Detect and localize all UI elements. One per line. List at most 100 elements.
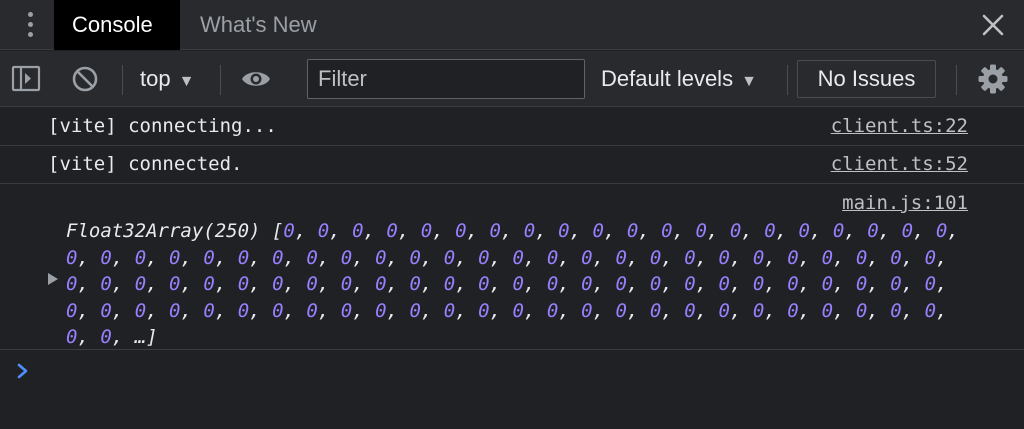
array-value: 0 [615,246,627,269]
array-value: 0 [684,246,696,269]
kebab-menu-icon[interactable] [20,10,40,40]
array-value: 0 [203,246,215,269]
array-value: 0 [375,273,387,295]
array-value: 0 [386,220,398,242]
array-value: 0 [752,299,765,322]
source-link[interactable]: client.ts:22 [831,115,968,137]
array-value: 0 [924,299,937,322]
array-value: 0 [443,273,456,295]
array-value: 0 [752,273,765,295]
settings-gear-icon[interactable] [977,63,1009,95]
array-value: 0 [283,220,295,242]
expand-triangle-icon[interactable] [48,273,58,285]
live-expression-eye-icon[interactable] [240,63,272,95]
array-value: 0 [478,246,490,269]
array-value: 0 [684,273,696,295]
array-value: 0 [890,246,902,269]
array-value: 0 [375,299,387,322]
dropdown-arrow-icon: ▼ [178,73,195,90]
array-value: 0 [890,299,902,322]
array-value: 0 [867,220,879,242]
console-message-array: main.js:101 Float32Array(250) [0, 0, 0, … [0,184,1024,350]
source-link[interactable]: client.ts:52 [831,153,968,175]
log-levels-dropdown[interactable]: Default levels ▼ [601,51,757,107]
array-value: 0 [546,273,559,295]
array-ellipsis: … [134,326,147,348]
issues-button[interactable]: No Issues [797,60,936,98]
array-value: 0 [718,299,730,322]
array-type-label: Float32Array(250) [66,220,261,242]
array-preview[interactable]: Float32Array(250) [0, 0, 0, 0, 0, 0, 0, … [66,218,976,351]
tab-whats-new[interactable]: What's New [182,0,335,50]
array-value: 0 [169,273,181,295]
filter-input[interactable] [307,59,585,99]
array-value: 0 [443,299,456,322]
array-value: 0 [489,220,501,242]
array-value: 0 [821,246,834,269]
array-value: 0 [581,246,593,269]
console-toolbar: top ▼ Default levels ▼ No Issues [0,51,1024,107]
array-value: 0 [409,273,421,295]
array-value: 0 [478,273,490,295]
array-value: 0 [375,246,387,269]
array-value: 0 [626,220,639,242]
message-text: [vite] connecting... [48,115,277,137]
message-text: [vite] connected. [48,153,243,175]
array-value: 0 [924,246,937,269]
array-value: 0 [100,299,112,322]
source-link[interactable]: main.js:101 [842,192,968,214]
array-value: 0 [352,220,364,242]
clear-console-icon[interactable] [69,63,101,95]
array-value: 0 [306,299,318,322]
context-selector[interactable]: top ▼ [140,51,194,107]
dropdown-arrow-icon: ▼ [741,73,757,90]
devtools-tabbar: Console What's New [0,0,1024,50]
console-message: [vite] connected. client.ts:52 [0,146,1024,184]
array-value: 0 [100,326,112,348]
array-value: 0 [340,273,353,295]
array-value: 0 [661,220,673,242]
array-value: 0 [592,220,604,242]
array-value: 0 [832,220,845,242]
array-value: 0 [855,246,868,269]
array-value: 0 [935,220,948,242]
array-value: 0 [615,299,627,322]
array-value: 0 [340,246,353,269]
close-icon[interactable] [978,10,1008,40]
array-value: 0 [134,273,147,295]
array-value: 0 [512,299,524,322]
array-value: 0 [821,273,834,295]
array-value: 0 [695,220,707,242]
array-value: 0 [764,220,776,242]
array-value: 0 [581,299,593,322]
console-prompt-input[interactable] [40,356,1000,386]
array-value: 0 [787,273,799,295]
array-value: 0 [684,299,696,322]
array-value: 0 [272,299,284,322]
array-value: 0 [134,246,147,269]
array-value: 0 [340,299,353,322]
context-label: top [140,66,171,91]
array-value: 0 [787,246,799,269]
console-messages: [vite] connecting... client.ts:22 [vite]… [0,108,1024,350]
array-value: 0 [306,273,318,295]
array-value: 0 [581,273,593,295]
array-value: 0 [66,299,78,322]
toolbar-divider [122,65,123,95]
array-open-bracket: [ [271,220,284,242]
array-value: 0 [615,273,627,295]
toolbar-divider [787,65,788,95]
tab-console[interactable]: Console [54,0,180,50]
array-value: 0 [306,246,318,269]
array-value: 0 [523,220,536,242]
array-close-bracket: ] [146,326,158,348]
array-value: 0 [66,273,78,295]
array-value: 0 [558,220,570,242]
array-value: 0 [546,246,559,269]
array-value: 0 [798,220,810,242]
array-value: 0 [752,246,765,269]
array-value: 0 [512,273,524,295]
sidebar-toggle-icon[interactable] [10,63,42,95]
array-value: 0 [478,299,490,322]
array-value: 0 [729,220,742,242]
